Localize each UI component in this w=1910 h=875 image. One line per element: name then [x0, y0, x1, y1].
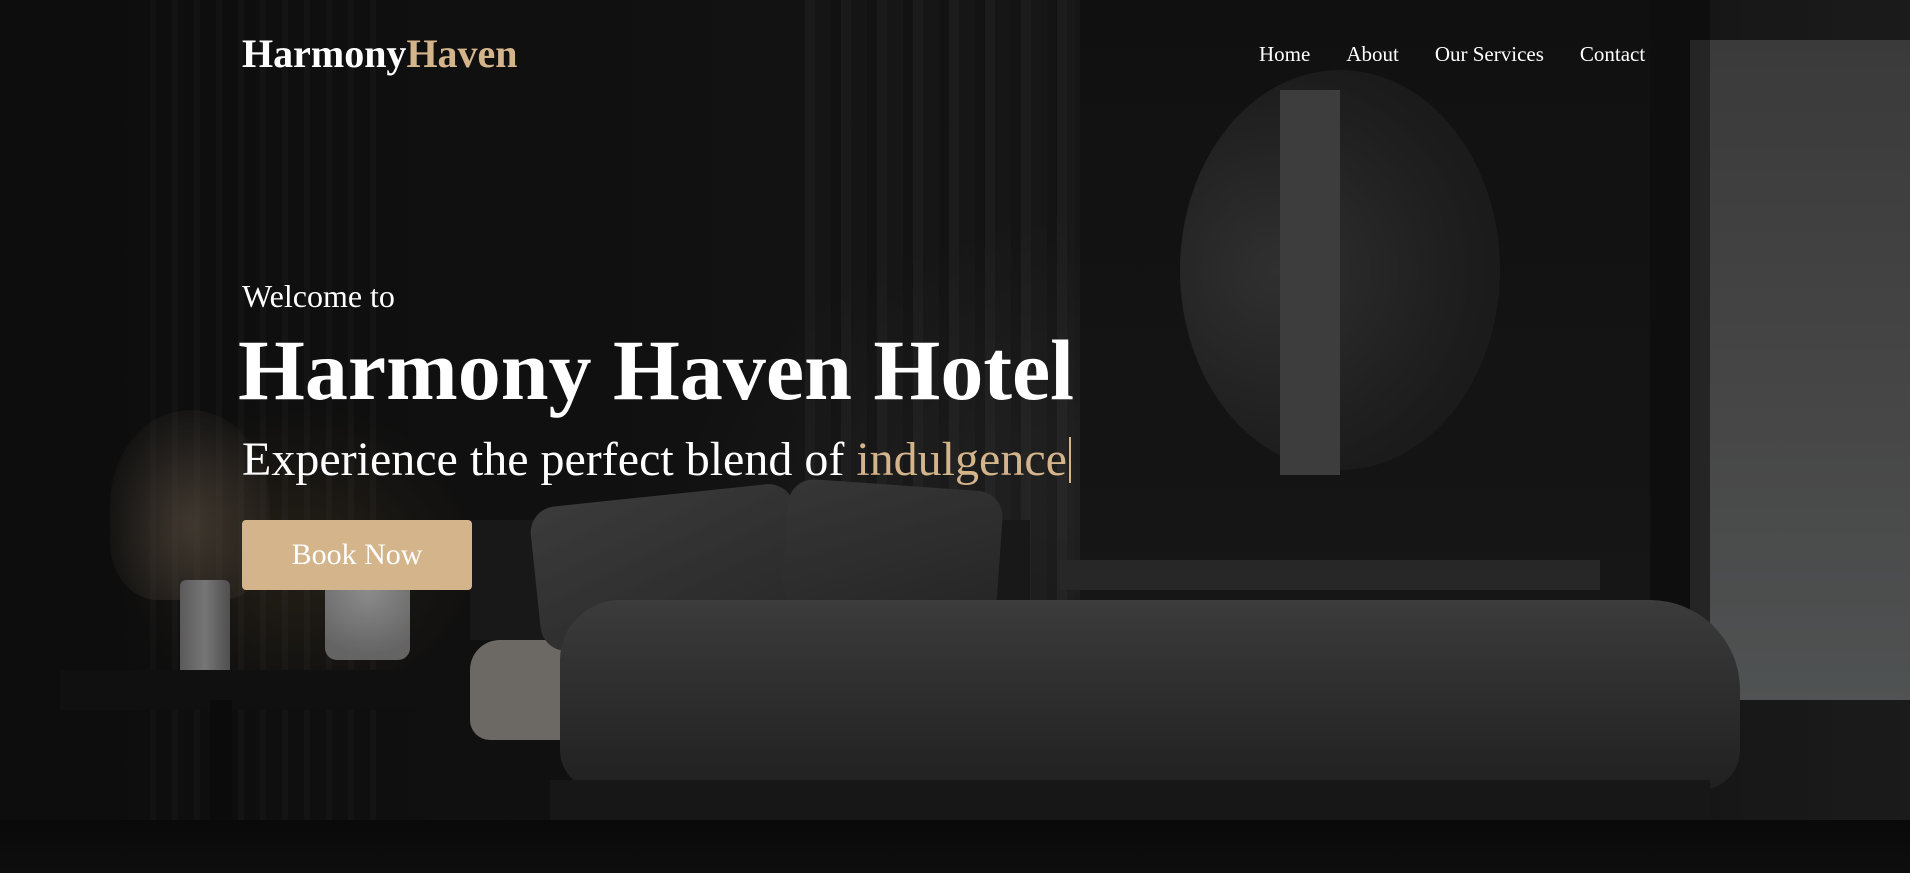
book-now-button[interactable]: Book Now [242, 520, 472, 590]
logo-main-text: Harmony [242, 31, 407, 76]
site-logo[interactable]: HarmonyHaven [242, 30, 518, 77]
nav-link-about[interactable]: About [1346, 42, 1399, 67]
nav-link-contact[interactable]: Contact [1580, 42, 1645, 67]
logo-accent-text: Haven [406, 31, 518, 76]
welcome-text: Welcome to [242, 278, 395, 314]
hero-tagline: Experience the perfect blend of indulgen… [242, 432, 1071, 487]
tagline-typed-word: indulgence [856, 433, 1067, 486]
hero-section: HarmonyHaven Home About Our Services Con… [0, 0, 1910, 873]
typing-cursor [1068, 437, 1071, 483]
tagline-prefix: Experience the perfect blend of [242, 433, 857, 486]
main-nav: Home About Our Services Contact [1259, 42, 1645, 67]
nav-link-services[interactable]: Our Services [1435, 42, 1544, 67]
nav-link-home[interactable]: Home [1259, 42, 1310, 67]
hero-title: Harmony Haven Hotel [238, 322, 1075, 418]
